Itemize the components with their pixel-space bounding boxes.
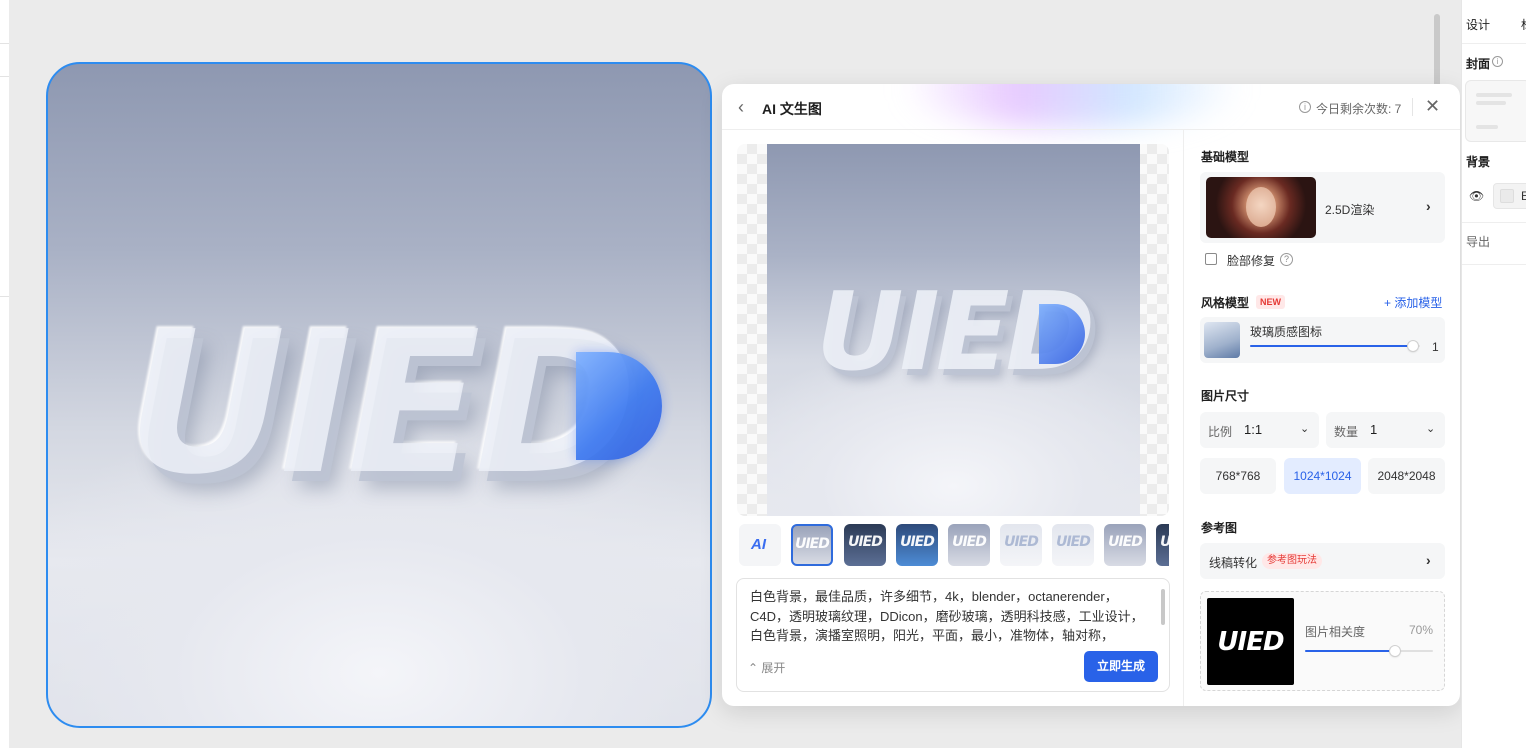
background-color-swatch (1500, 189, 1514, 203)
thumbnail-text: UIED (795, 536, 830, 552)
generate-button[interactable]: 立即生成 (1084, 651, 1158, 682)
back-chevron-icon[interactable]: ‹ (738, 97, 756, 117)
left-toolbar-strip (0, 0, 9, 748)
reference-mode-badge: 参考图玩法 (1262, 553, 1322, 569)
relevance-label: 图片相关度 (1305, 625, 1366, 639)
thumbnail-text: UIED (900, 534, 935, 550)
thumbnail-text: UIED (1156, 534, 1169, 550)
style-model-title: 风格模型 (1201, 296, 1250, 310)
base-model-title: 基础模型 (1201, 150, 1250, 164)
background-color-field[interactable]: E (1493, 183, 1526, 209)
eye-icon[interactable]: 👁 (1469, 189, 1484, 203)
cover-label: 封面 (1466, 57, 1491, 71)
prompt-textarea[interactable]: 白色背景，最佳品质，许多细节，4k，blender，octanerender，C… (736, 578, 1170, 692)
thumbnail[interactable]: UIED (844, 524, 886, 566)
chevron-down-icon: ⌄ (1426, 423, 1436, 435)
relevance-slider-handle[interactable] (1389, 646, 1400, 656)
info-icon: i (1299, 101, 1311, 113)
reference-mode-selector[interactable]: 线稿转化 参考图玩法 › (1200, 543, 1445, 579)
size-option-selected[interactable]: 1024*1024 (1284, 458, 1361, 494)
thumbnail[interactable]: UIED (1104, 524, 1146, 566)
new-badge: NEW (1256, 295, 1285, 309)
thumbnail-text: UIED (1108, 534, 1143, 550)
chevron-right-icon: › (1426, 198, 1431, 214)
close-icon[interactable]: ✕ (1425, 96, 1440, 116)
thumbnail[interactable]: UIED (1000, 524, 1042, 566)
add-model-button[interactable]: + 添加模型 (1384, 294, 1442, 311)
prompt-scrollbar[interactable] (1161, 589, 1165, 625)
count-label: 数量 (1334, 425, 1359, 439)
image-size-title: 图片尺寸 (1201, 389, 1250, 403)
properties-panel: 设计 标 封面 i 背景 👁 E 导出 (1461, 0, 1526, 748)
ai-logo-icon: AI (751, 536, 766, 553)
daily-quota-text: 今日剩余次数: 7 (1316, 102, 1402, 116)
style-model-thumbnail (1204, 322, 1240, 358)
size-option[interactable]: 768*768 (1200, 458, 1276, 494)
expand-toggle[interactable]: ⌃ 展开 (748, 659, 785, 676)
thumbnail-text: UIED (848, 534, 883, 550)
background-color-value: E (1521, 189, 1526, 203)
divider (1462, 43, 1526, 44)
panel-title: AI 文生图 (762, 101, 822, 117)
canvas-artboard-selected[interactable]: UIED (46, 62, 712, 728)
ratio-value: 1:1 (1244, 422, 1263, 437)
background-label: 背景 (1466, 155, 1491, 169)
reference-image-text: UIED (1217, 627, 1284, 657)
panel-header: ‹ AI 文生图 i 今日剩余次数: 7 ✕ (722, 84, 1460, 130)
chevron-right-icon: › (1426, 552, 1431, 568)
header-divider (1412, 98, 1413, 116)
reference-image-box[interactable]: UIED 图片相关度 70% (1200, 591, 1445, 691)
style-weight-slider-handle[interactable] (1408, 341, 1419, 351)
divider (1462, 222, 1526, 223)
thumbnail-text: UIED (1004, 534, 1039, 550)
reference-title: 参考图 (1201, 521, 1238, 535)
base-model-name: 2.5D渲染 (1325, 203, 1375, 217)
style-weight-slider[interactable] (1250, 341, 1420, 351)
export-label[interactable]: 导出 (1466, 233, 1490, 250)
count-value: 1 (1370, 422, 1378, 437)
help-icon[interactable]: ? (1280, 253, 1293, 266)
base-model-thumbnail (1206, 177, 1316, 238)
ratio-select[interactable]: 比例 1:1 ⌄ (1200, 412, 1319, 448)
thumbnail-text: UIED (1056, 534, 1091, 550)
relevance-slider-fill (1305, 650, 1395, 652)
tab-design[interactable]: 设计 (1466, 16, 1490, 33)
count-select[interactable]: 数量 1 ⌄ (1326, 412, 1445, 448)
face-fix-checkbox[interactable] (1205, 253, 1217, 265)
tab-secondary[interactable]: 标 (1521, 16, 1526, 33)
style-model-item: 玻璃质感图标 1 (1200, 317, 1445, 363)
ratio-label: 比例 (1208, 425, 1233, 439)
style-weight-slider-fill (1250, 345, 1414, 347)
thumbnail[interactable]: UIED (1156, 524, 1169, 566)
relevance-slider[interactable] (1305, 646, 1433, 656)
expand-icon: ⌃ (748, 661, 762, 675)
style-model-name: 玻璃质感图标 (1250, 325, 1323, 339)
thumbnail[interactable]: UIED (948, 524, 990, 566)
face-fix-label: 脸部修复 (1227, 254, 1276, 268)
reference-mode-label: 线稿转化 (1209, 556, 1258, 570)
divider (1462, 264, 1526, 265)
chevron-down-icon: ⌄ (1300, 423, 1310, 435)
ai-text-to-image-panel: ‹ AI 文生图 i 今日剩余次数: 7 ✕ UIED AI UIED UIED… (722, 84, 1460, 706)
reference-image[interactable]: UIED (1207, 598, 1294, 685)
base-model-selector[interactable]: 2.5D渲染 › (1200, 172, 1445, 243)
ai-logo-thumb[interactable]: AI (739, 524, 781, 566)
style-weight-value: 1 (1432, 340, 1439, 354)
cover-thumbnail[interactable] (1465, 80, 1526, 142)
expand-label: 展开 (761, 661, 786, 675)
thumbnail[interactable]: UIED (1052, 524, 1094, 566)
preview-image: UIED (767, 144, 1140, 516)
result-thumbnails: AI UIED UIED UIED UIED UIED UIED UIED UI… (739, 524, 1169, 566)
relevance-value: 70% (1409, 623, 1434, 637)
generated-image-preview[interactable]: UIED (737, 144, 1169, 516)
column-divider (1183, 130, 1184, 706)
info-icon: i (1492, 56, 1503, 67)
thumbnail-text: UIED (952, 534, 987, 550)
prompt-text[interactable]: 白色背景，最佳品质，许多细节，4k，blender，octanerender，C… (750, 587, 1152, 645)
size-option[interactable]: 2048*2048 (1368, 458, 1445, 494)
thumbnail[interactable]: UIED (896, 524, 938, 566)
thumbnail-selected[interactable]: UIED (791, 524, 833, 566)
